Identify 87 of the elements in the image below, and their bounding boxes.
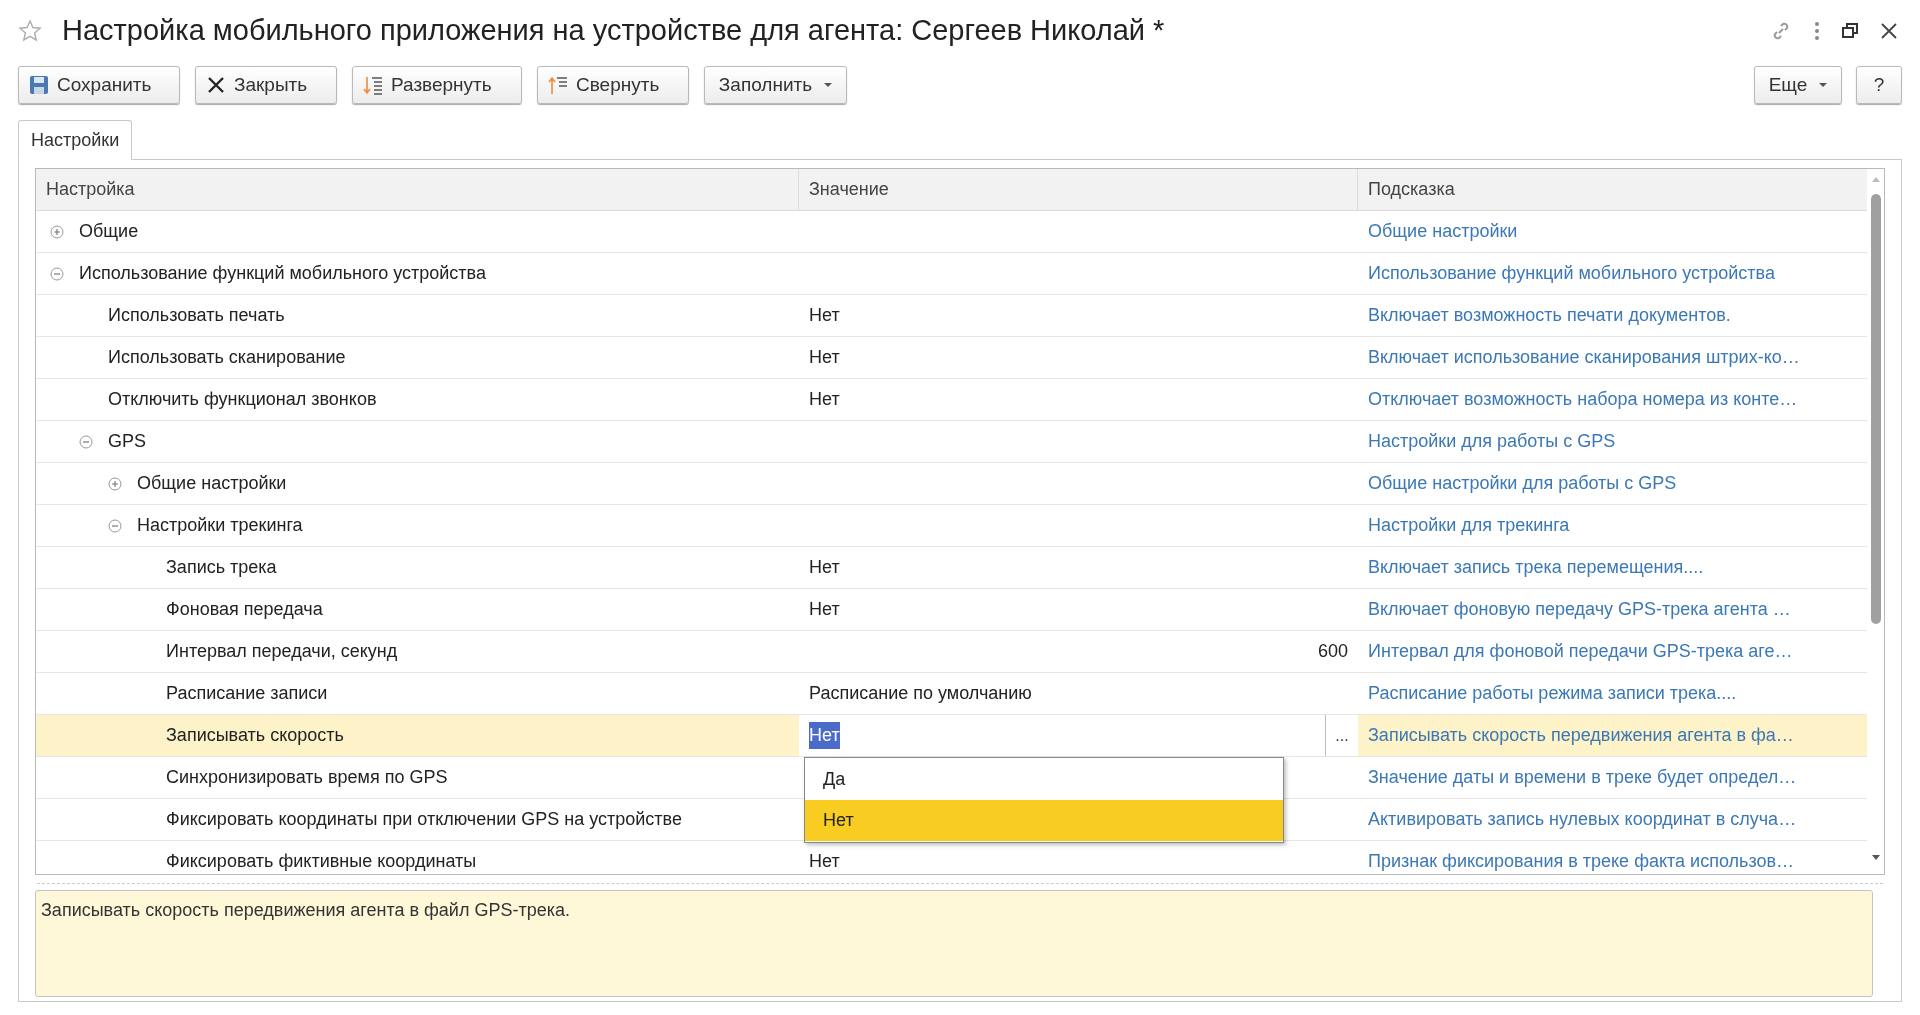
table-row[interactable]: Интервал передачи, секунд 600 Интервал для фоновой передачи GPS-трека аге… [36, 631, 1867, 673]
caret-icon [1819, 83, 1828, 87]
scroll-down-icon[interactable] [1871, 855, 1880, 860]
close-icon[interactable] [1880, 22, 1898, 40]
table-row[interactable]: Общие Общие настройки [36, 211, 1867, 253]
table-row[interactable]: Настройки трекинга Настройки для трекинга [36, 505, 1867, 547]
setting-name: Интервал передачи, секунд [166, 640, 398, 663]
value-text: Расписание по умолчанию [808, 682, 1033, 705]
column-header[interactable]: Подсказка [1358, 169, 1867, 210]
plus-circle-icon[interactable] [108, 476, 122, 491]
hint-link[interactable]: Настройки для трекинга [1368, 512, 1570, 539]
table-row[interactable]: Общие настройки Общие настройки для работы с GPS [36, 463, 1867, 505]
minus-circle-icon[interactable] [50, 266, 64, 281]
choice-button[interactable]: ... [1326, 715, 1358, 756]
hint-link[interactable]: Интервал для фоновой передачи GPS-трека аге… [1368, 638, 1793, 665]
hint-link[interactable]: Включает использование сканирования штрих-ко… [1368, 344, 1800, 371]
plus-circle-icon[interactable] [50, 224, 64, 239]
setting-name: Использовать печать [108, 304, 285, 327]
hint-link[interactable]: Расписание работы режима записи трека.... [1368, 680, 1737, 707]
table-row[interactable]: Использование функций мобильного устройства Использование функций мобильного устройства [36, 253, 1867, 295]
arrow-up-list-icon [548, 75, 568, 95]
setting-name: Использовать сканирование [108, 346, 346, 369]
hint-link[interactable]: Общие настройки [1368, 218, 1518, 245]
hint-link[interactable]: Включает фоновую передачу GPS-трека агента … [1368, 596, 1791, 623]
table-row[interactable]: Использовать сканирование Нет Включает использование сканирования штрих-ко… [36, 337, 1867, 379]
table-row[interactable]: Фоновая передача Нет Включает фоновую передачу GPS-трека агента … [36, 589, 1867, 631]
scroll-up-icon[interactable] [1871, 177, 1880, 182]
setting-name: GPS [108, 430, 146, 453]
value-text: Нет [808, 388, 841, 411]
value-text: Нет [808, 346, 841, 369]
setting-name: Запись трека [166, 556, 277, 579]
setting-name: Общие настройки [137, 472, 287, 495]
table-row[interactable]: Отключить функционал звонков Нет Отключает возможность набора номера из конте… [36, 379, 1867, 421]
help-button[interactable]: ? [1856, 66, 1902, 104]
setting-name: Фиксировать фиктивные координаты [166, 850, 477, 873]
setting-name: Настройки трекинга [137, 514, 303, 537]
value-text: 600 [1316, 640, 1349, 663]
setting-name: Записывать скорость [166, 724, 344, 747]
hint-link[interactable]: Отключает возможность набора номера из конте… [1368, 386, 1798, 413]
hint-link[interactable]: Включает запись трека перемещения.... [1368, 554, 1704, 581]
expand-button[interactable]: Развернуть [352, 66, 522, 104]
setting-name: Расписание записи [166, 682, 328, 705]
settings-tab[interactable]: Настройки [18, 120, 133, 160]
restore-icon[interactable] [1842, 23, 1858, 39]
dropdown-option[interactable]: Нет [805, 800, 1283, 841]
description-box[interactable]: Записывать скорость передвижения агента в файл GPS-трека. [35, 890, 1873, 997]
setting-name: Фоновая передача [166, 598, 323, 621]
value-text: Нет [808, 304, 841, 327]
more-button[interactable]: Еще [1754, 66, 1842, 104]
setting-name: Фиксировать координаты при отключении GPS на устройстве [166, 808, 682, 831]
hint-link[interactable]: Общие настройки для работы с GPS [1368, 470, 1677, 497]
arrow-down-list-icon [363, 75, 383, 95]
table-row[interactable]: Запись трека Нет Включает запись трека перемещения.... [36, 547, 1867, 589]
dropdown-option[interactable]: Да [805, 759, 1283, 800]
value-text: Нет [808, 598, 841, 621]
window-title: Настройка мобильного приложения на устройстве для агента: Сергеев Николай * [62, 13, 1166, 49]
collapse-button[interactable]: Свернуть [537, 66, 689, 104]
value-field[interactable]: Нет [799, 715, 1326, 756]
hint-link[interactable]: Записывать скорость передвижения агента в фа… [1368, 722, 1794, 749]
description-text: Записывать скорость передвижения агента в файл GPS-трека. [41, 900, 570, 920]
value-text: Нет [808, 850, 841, 873]
setting-name: Использование функций мобильного устройства [79, 262, 486, 285]
hint-link[interactable]: Активировать запись нулевых координат в случа… [1368, 806, 1797, 833]
star-icon[interactable] [18, 19, 42, 43]
minus-circle-icon[interactable] [108, 518, 122, 533]
table-row[interactable]: GPS Настройки для работы с GPS [36, 421, 1867, 463]
setting-name: Отключить функционал звонков [108, 388, 377, 411]
setting-name: Общие [79, 220, 139, 243]
scrollbar-thumb[interactable] [1870, 194, 1881, 624]
value-text: Нет [808, 556, 841, 579]
column-header[interactable]: Настройка [36, 169, 799, 210]
column-header[interactable]: Значение [799, 169, 1358, 210]
close-button[interactable]: Закрыть [195, 66, 337, 104]
save-button[interactable]: Сохранить [18, 66, 180, 104]
setting-name: Синхронизировать время по GPS [166, 766, 448, 789]
caret-icon [824, 83, 833, 87]
hint-link[interactable]: Признак фиксирования в треке факта использов… [1368, 848, 1794, 874]
close-icon [206, 75, 226, 95]
more-icon[interactable] [1814, 21, 1820, 41]
table-row[interactable]: Использовать печать Нет Включает возможность печати документов. [36, 295, 1867, 337]
hint-link[interactable]: Настройки для работы с GPS [1368, 428, 1616, 455]
hint-link[interactable]: Включает возможность печати документов. [1368, 302, 1731, 329]
fill-button[interactable]: Заполнить [704, 66, 847, 104]
table-row[interactable]: Фиксировать фиктивные координаты Нет Признак фиксирования в треке факта использов… [36, 841, 1867, 874]
minus-circle-icon[interactable] [79, 434, 93, 449]
hint-link[interactable]: Использование функций мобильного устройства [1368, 260, 1775, 287]
hint-link[interactable]: Значение даты и времени в треке будет определ… [1368, 764, 1797, 791]
